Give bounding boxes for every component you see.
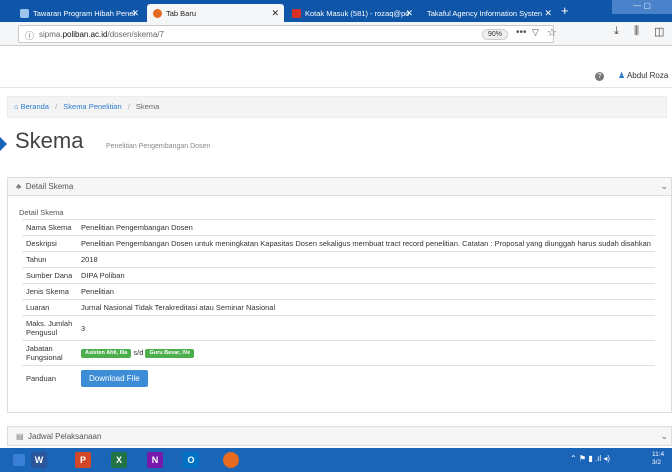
chevron-down-icon[interactable]: ⌄ bbox=[660, 431, 668, 442]
onenote-icon: N bbox=[147, 452, 163, 468]
status-badge: Asisten Ahli, IIIa bbox=[81, 348, 132, 358]
user-menu[interactable]: ♟ Abdul Roza bbox=[618, 71, 668, 80]
help-icon[interactable]: ? bbox=[595, 72, 604, 81]
close-icon[interactable]: ✕ bbox=[405, 8, 413, 19]
tab-takaful[interactable]: Takaful Agency Information Systen ✕ bbox=[421, 4, 557, 22]
table-row: Maks. Jumlah Pengusul 3 bbox=[22, 315, 655, 341]
breadcrumb-skema-penelitian[interactable]: Skema Penelitian bbox=[63, 102, 121, 111]
panel-header[interactable]: ♣ Detail Skema ⌄ bbox=[8, 178, 671, 196]
app-header: ? ♟ Abdul Roza bbox=[0, 66, 672, 88]
page-title: Skema bbox=[15, 128, 84, 153]
taskbar-firefox[interactable] bbox=[212, 450, 250, 470]
breadcrumb: ⌂ Beranda / Skema Penelitian / Skema bbox=[7, 96, 667, 118]
download-file-button[interactable]: Download File bbox=[81, 370, 148, 387]
url-text[interactable]: sipma.poliban.ac.id/dosen/skema/7 bbox=[39, 30, 164, 39]
site-favicon-icon bbox=[20, 8, 29, 18]
tab-baru[interactable]: Tab Baru ✕ bbox=[147, 4, 284, 22]
taskbar-excel[interactable]: X bbox=[100, 450, 138, 470]
window-controls[interactable]: — ▢ bbox=[612, 0, 672, 14]
info-icon[interactable]: ⓘ bbox=[25, 29, 34, 42]
sidebar-toggle[interactable] bbox=[0, 137, 7, 151]
bookmark-star-icon[interactable]: ☆ bbox=[547, 26, 557, 39]
table-row: Jabatan Fungsional Asisten Ahli, IIIa s/… bbox=[22, 340, 655, 366]
taskbar-outlook[interactable]: O bbox=[172, 450, 210, 470]
firefox-icon bbox=[223, 452, 239, 468]
close-icon[interactable]: ✕ bbox=[271, 8, 279, 19]
table-row: Jenis Skema Penelitian bbox=[22, 283, 655, 300]
taskbar-word[interactable]: W bbox=[20, 450, 58, 470]
detail-table: Nama Skema Penelitian Pengembangan Dosen… bbox=[22, 219, 655, 391]
gmail-icon bbox=[292, 8, 301, 18]
calendar-icon: ▤ bbox=[16, 432, 24, 441]
breadcrumb-home[interactable]: ⌂ Beranda bbox=[14, 102, 49, 111]
sidebar-icon[interactable]: ◫ bbox=[654, 25, 664, 38]
close-icon[interactable]: ✕ bbox=[131, 8, 139, 19]
sitemap-icon: ♣ bbox=[16, 182, 22, 191]
table-row: Tahun 2018 bbox=[22, 251, 655, 268]
firefox-icon bbox=[153, 8, 162, 18]
pocket-icon[interactable]: ▽ bbox=[532, 27, 539, 38]
new-tab-button[interactable]: + bbox=[561, 3, 569, 18]
browser-nav-bar: ⓘ sipma.poliban.ac.id/dosen/skema/7 90% … bbox=[0, 22, 672, 46]
tab-hibah[interactable]: Tawaran Program Hibah Penel ✕ bbox=[14, 4, 144, 22]
jadwal-pelaksanaan-panel[interactable]: ▤ Jadwal Pelaksanaan ⌄ bbox=[7, 426, 672, 446]
system-tray[interactable]: ⌃ ⚑ ▮ .ıl ◂) bbox=[570, 454, 610, 463]
excel-icon: X bbox=[111, 452, 127, 468]
powerpoint-icon: P bbox=[75, 452, 91, 468]
table-row: Panduan Download File bbox=[22, 365, 655, 391]
taskbar-onenote[interactable]: N bbox=[136, 450, 174, 470]
page-actions-icon[interactable]: ••• bbox=[516, 27, 527, 38]
library-icon[interactable]: ⫼ bbox=[634, 25, 639, 38]
table-row: Deskripsi Penelitian Pengembangan Dosen … bbox=[22, 235, 655, 252]
outlook-icon: O bbox=[183, 452, 199, 468]
home-icon: ⌂ bbox=[14, 102, 19, 111]
clock[interactable]: 11:4 3/2 bbox=[652, 451, 664, 467]
os-taskbar: W P X N O ⌃ ⚑ ▮ .ıl ◂) 11:4 3/2 bbox=[0, 448, 672, 472]
status-badge: Guru Besar, IVe bbox=[145, 348, 195, 358]
table-row: Nama Skema Penelitian Pengembangan Dosen bbox=[22, 219, 655, 236]
page-subtitle: Penelitian Pengembangan Dosen bbox=[106, 143, 211, 150]
zoom-level-badge[interactable]: 90% bbox=[482, 29, 509, 40]
table-row: Luaran Jurnal Nasional Tidak Terakredita… bbox=[22, 299, 655, 316]
browser-tab-bar: Tawaran Program Hibah Penel ✕ Tab Baru ✕… bbox=[0, 0, 672, 22]
close-icon[interactable]: ✕ bbox=[544, 8, 552, 19]
breadcrumb-current: Skema bbox=[135, 102, 160, 111]
taskbar-powerpoint[interactable]: P bbox=[64, 450, 102, 470]
user-icon: ♟ bbox=[618, 71, 626, 80]
chevron-down-icon[interactable]: ⌄ bbox=[660, 181, 668, 192]
table-row: Sumber Dana DIPA Poliban bbox=[22, 267, 655, 284]
download-icon[interactable]: ⤓ bbox=[614, 25, 619, 38]
tab-kotak-masuk[interactable]: Kotak Masuk (581) - rozaq@po ✕ bbox=[286, 4, 418, 22]
section-label: Detail Skema bbox=[19, 208, 64, 217]
address-bar[interactable]: ⓘ sipma.poliban.ac.id/dosen/skema/7 90% … bbox=[18, 25, 557, 43]
word-icon: W bbox=[31, 452, 47, 468]
